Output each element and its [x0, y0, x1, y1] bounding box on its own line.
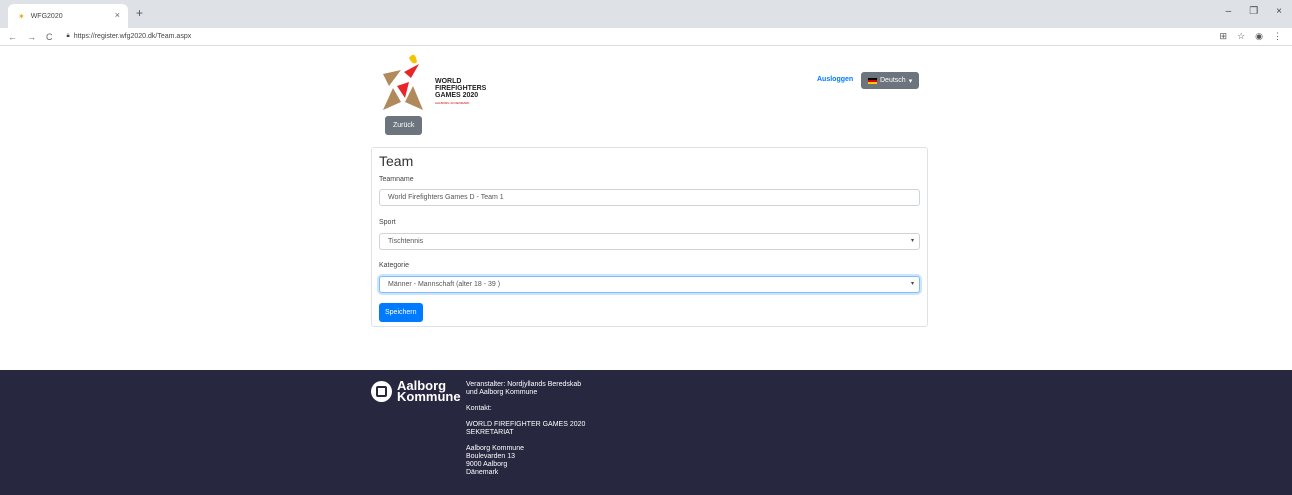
sport-value: Tischtennis [388, 238, 424, 245]
german-flag-icon [868, 77, 877, 84]
close-icon[interactable]: × [1276, 6, 1282, 17]
address-line2: Boulevarden 13 [466, 453, 516, 460]
address-bar: ← → C 🔒︎ https://register.wfg2020.dk/Tea… [0, 28, 1292, 46]
back-icon[interactable]: ← [8, 32, 17, 42]
new-tab-button[interactable]: + [136, 6, 143, 20]
back-button[interactable]: Zurück [385, 116, 423, 135]
logo-wordmark: WORLD FIREFIGHTERS GAMES 2020 [435, 78, 487, 99]
lock-icon: 🔒︎ [66, 33, 70, 39]
select-caret-icon: ▾ [910, 238, 914, 244]
address-line1: Aalborg Kommune [466, 445, 524, 452]
contact-label: Kontakt: [466, 405, 492, 412]
language-dropdown[interactable]: Deutsch ▾ [861, 72, 920, 89]
language-label: Deutsch [880, 77, 906, 84]
minimize-icon[interactable]: – [1226, 6, 1232, 17]
logo-subtitle: AALBORG 20 DENMARK [435, 101, 470, 105]
window-controls: – ❐ × [1226, 6, 1282, 17]
star-icon[interactable]: ☆ [1237, 31, 1245, 42]
url-text: https://register.wfg2020.dk/Team.aspx [73, 33, 192, 40]
address-line3: 9000 Aalborg [466, 461, 508, 468]
category-value: Männer - Mannschaft (alter 18 - 39 ) [388, 281, 501, 288]
forward-icon[interactable]: → [27, 32, 36, 42]
profile-icon[interactable]: ◉ [1255, 31, 1263, 42]
url-field[interactable]: 🔒︎ https://register.wfg2020.dk/Team.aspx [67, 33, 192, 40]
logout-link[interactable]: Ausloggen [817, 76, 853, 83]
org-name-line2: Kommune [397, 389, 461, 404]
page-header: WORLD FIREFIGHTERS GAMES 2020 AALBORG 20… [371, 52, 928, 142]
category-select[interactable]: Männer - Mannschaft (alter 18 - 39 ) ▾ [379, 276, 920, 293]
reload-icon[interactable]: C [46, 32, 53, 42]
category-label: Kategorie [379, 262, 409, 269]
browser-tab-bar: ✶ WFG2020 × + – ❐ × [0, 0, 1292, 28]
aalborg-logo: Aalborg Kommune [371, 379, 461, 404]
address-line4: Dänemark [466, 469, 499, 476]
browser-tab[interactable]: ✶ WFG2020 × [8, 4, 128, 28]
teamname-value: World Firefighters Games D - Team 1 [388, 194, 504, 201]
sport-label: Sport [379, 219, 396, 226]
menu-icon[interactable]: ⋮ [1273, 31, 1282, 42]
chevron-down-icon: ▾ [908, 77, 913, 85]
select-caret-icon: ▾ [910, 281, 914, 287]
page-title: Team [379, 153, 414, 169]
favicon-icon: ✶ [18, 11, 25, 21]
wfg-logo-graphic [383, 54, 423, 110]
footer-info: Veranstalter: Nordjyllands Beredskab und… [466, 381, 596, 477]
wfg-logo: WORLD FIREFIGHTERS GAMES 2020 AALBORG 20… [379, 52, 499, 112]
sport-select[interactable]: Tischtennis ▾ [379, 233, 920, 250]
tab-title: WFG2020 [30, 12, 63, 20]
teamname-input[interactable]: World Firefighters Games D - Team 1 [379, 189, 920, 206]
restore-icon[interactable]: ❐ [1249, 6, 1258, 17]
teamname-label: Teamname [379, 176, 414, 183]
team-form-card: Team Teamname World Firefighters Games D… [371, 147, 928, 327]
secretariat-text: WORLD FIREFIGHTER GAMES 2020 SEKRETARIAT [466, 421, 586, 436]
page-footer: Aalborg Kommune Veranstalter: Nordjyllan… [0, 370, 1292, 495]
organizer-text: Veranstalter: Nordjyllands Beredskab und… [466, 381, 582, 396]
tab-close-icon[interactable]: × [115, 10, 120, 20]
translate-icon[interactable]: ⊞ [1220, 31, 1228, 42]
aalborg-seal-icon [371, 380, 392, 402]
save-button[interactable]: Speichern [379, 303, 423, 322]
